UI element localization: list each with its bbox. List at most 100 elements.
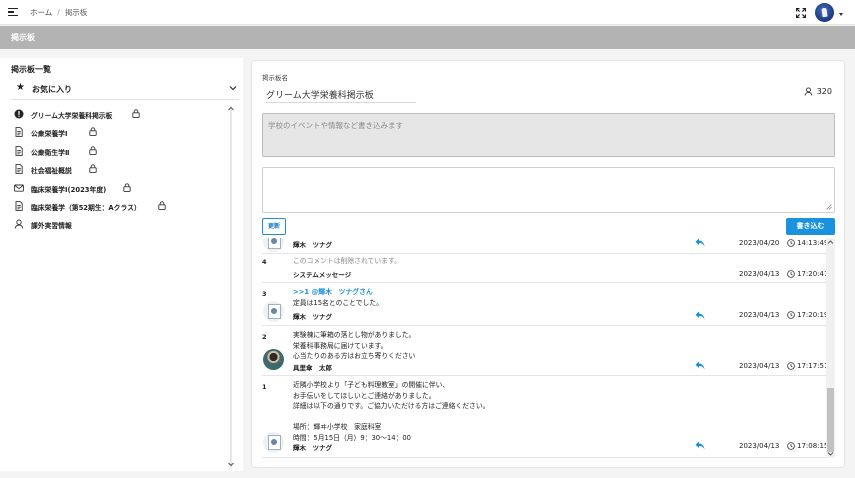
- member-count: 320: [804, 87, 832, 96]
- mail-icon: [14, 184, 24, 192]
- comment-number: 3: [262, 290, 267, 298]
- board-list-panel: 掲示板一覧 ★ お気に入り グリーム大学栄養科掲示板 公衆栄養学Ⅰ 公衆衛生学Ⅱ…: [0, 58, 243, 471]
- comment-number: 1: [262, 383, 267, 391]
- lock-icon: [89, 146, 97, 155]
- member-count-value: 320: [816, 87, 832, 96]
- comment-author: 輝木 ツナグ: [293, 444, 332, 452]
- favorites-label: お気に入り: [32, 85, 72, 94]
- comment-list-scrollbar[interactable]: [826, 238, 835, 458]
- board-item[interactable]: 臨床栄養学（第52期生：Aクラス）: [11, 198, 231, 216]
- comment-item: 3 >>1 @輝木 ツナグさん 定員は15名とのことでした。 輝木 ツナグ 20…: [262, 283, 826, 326]
- comment-number: 4: [262, 258, 267, 266]
- board-name: 課外実習情報: [31, 222, 72, 231]
- board-name-field[interactable]: グリーム大学栄養科掲示板: [266, 86, 416, 103]
- scrollbar-thumb[interactable]: [827, 388, 834, 452]
- comment-line: お手伝いをしてほしいとご連絡がありました。: [293, 391, 436, 400]
- lock-icon: [89, 164, 97, 174]
- document-icon: [15, 127, 23, 138]
- lock-icon: [89, 127, 97, 137]
- comment-author: 具里傘 太郎: [293, 364, 332, 372]
- page-title-bar: 掲示板: [0, 26, 855, 49]
- alert-circle-icon: [14, 109, 24, 119]
- comment-line: [293, 412, 489, 423]
- board-item[interactable]: 公衆栄養学Ⅰ: [11, 124, 231, 142]
- document-icon: [15, 145, 23, 156]
- comment-line: 詳細は以下の通りです。ご協力いただける方はご連絡ください。: [293, 402, 490, 411]
- board-name: グリーム大学栄養科掲示板: [31, 112, 113, 120]
- board-description: 学校のイベントや情報など書き込みます: [262, 113, 835, 157]
- board-name-label: 掲示板名: [262, 74, 288, 82]
- comment-body: このコメントは削除されています。: [293, 256, 401, 267]
- clock-icon: [787, 239, 795, 247]
- comment-number: 2: [262, 333, 267, 341]
- comment-author: 輝木 ツナグ: [293, 241, 332, 249]
- comment-time: 17:08:15: [797, 442, 826, 450]
- comment-date: 2023/04/20: [739, 239, 780, 247]
- board-item[interactable]: 社会福祉概説: [11, 161, 231, 179]
- comment-body: 実験棟に筆箱の落とし物がありました。 栄養科事務局に届けています。 心当たりのあ…: [293, 330, 415, 362]
- page-title: 掲示板: [11, 33, 35, 42]
- comment-body: >>1 @輝木 ツナグさん 定員は15名とのことでした。: [293, 287, 383, 308]
- comment-input[interactable]: [262, 167, 835, 213]
- board-name: 公衆衛生学Ⅱ: [31, 148, 70, 157]
- reply-mention[interactable]: >>1 @輝木 ツナグさん: [293, 287, 383, 298]
- breadcrumb-home[interactable]: ホーム: [30, 8, 52, 17]
- board-item[interactable]: グリーム大学栄養科掲示板: [11, 106, 231, 124]
- comment-time: 17:20:41: [797, 270, 826, 278]
- comment-time: 14:13:49: [797, 239, 826, 247]
- menu-icon[interactable]: [8, 8, 18, 16]
- comment-author: 輝木 ツナグ: [293, 313, 332, 321]
- reply-icon[interactable]: [695, 361, 705, 370]
- board-item[interactable]: 臨床栄養学Ⅰ(2023年度): [11, 180, 231, 198]
- document-icon: [15, 164, 23, 175]
- chevron-down-icon: [229, 86, 237, 91]
- comment-line: 近隣小学校より「子ども料理教室」の開催に伴い、: [293, 381, 450, 389]
- board-item[interactable]: 課外実習情報: [11, 216, 231, 234]
- clock-icon: [787, 362, 795, 370]
- scroll-up-icon[interactable]: [826, 239, 835, 245]
- comment-item: 輝木 ツナグ 2023/04/20 14:13:49: [262, 238, 826, 254]
- comment-line: このコメントは削除されています。: [293, 257, 401, 265]
- post-button[interactable]: 書き込む: [786, 218, 835, 235]
- favorites-toggle[interactable]: ★ お気に入り: [11, 80, 239, 100]
- star-icon: ★: [16, 82, 25, 93]
- avatar: [263, 432, 284, 453]
- breadcrumb-current: 掲示板: [64, 8, 88, 17]
- comment-line: 心当たりのある方はお立ち寄りください: [293, 352, 416, 361]
- lock-icon: [158, 201, 166, 210]
- reply-icon[interactable]: [695, 311, 705, 320]
- board-list-scrollbar[interactable]: [226, 106, 236, 468]
- comment-date: 2023/04/13: [739, 311, 780, 319]
- comment-item: 1 近隣小学校より「子ども料理教室」の開催に伴い、 お手伝いをしてほしいとご連絡…: [262, 376, 826, 458]
- board-name: 公衆栄養学Ⅰ: [31, 130, 68, 139]
- comment-date: 2023/04/13: [739, 362, 780, 370]
- reply-icon[interactable]: [695, 441, 705, 450]
- comment-line: 実験棟に筆箱の落とし物がありました。: [293, 331, 416, 339]
- comment-line: 場所：輝ヰ小学校 家庭科室: [293, 423, 382, 432]
- update-button[interactable]: 更新: [262, 218, 286, 235]
- clock-icon: [787, 311, 795, 319]
- board-list: グリーム大学栄養科掲示板 公衆栄養学Ⅰ 公衆衛生学Ⅱ 社会福祉概説 臨床栄養学Ⅰ…: [11, 106, 231, 235]
- fullscreen-icon[interactable]: [796, 8, 806, 18]
- chevron-down-icon[interactable]: [839, 13, 843, 16]
- lock-icon: [123, 182, 131, 192]
- user-avatar[interactable]: [815, 3, 834, 22]
- reply-icon[interactable]: [695, 238, 705, 247]
- document-icon: [15, 201, 23, 211]
- avatar: [263, 301, 284, 322]
- scroll-down-icon[interactable]: [826, 451, 835, 457]
- breadcrumb-separator: /: [57, 8, 60, 17]
- lock-icon: [132, 109, 140, 118]
- clock-icon: [787, 270, 795, 278]
- board-list-title: 掲示板一覧: [11, 65, 51, 74]
- comment-date: 2023/04/13: [739, 442, 780, 450]
- board-item[interactable]: 公衆衛生学Ⅱ: [11, 143, 231, 161]
- resize-handle-icon[interactable]: [826, 204, 832, 210]
- comment-time: 17:20:19: [797, 311, 826, 319]
- top-bar: ホーム / 掲示板: [0, 0, 855, 25]
- comment-item: 4 このコメントは削除されています。 システムメッセージ 2023/04/13 …: [262, 254, 826, 283]
- comment-line: 栄養科事務局に届けています。: [293, 341, 388, 350]
- board-name: 臨床栄養学（第52期生：Aクラス）: [31, 203, 141, 212]
- comment-line: 定員は15名とのことでした。: [293, 298, 383, 307]
- breadcrumb: ホーム / 掲示板: [30, 7, 87, 18]
